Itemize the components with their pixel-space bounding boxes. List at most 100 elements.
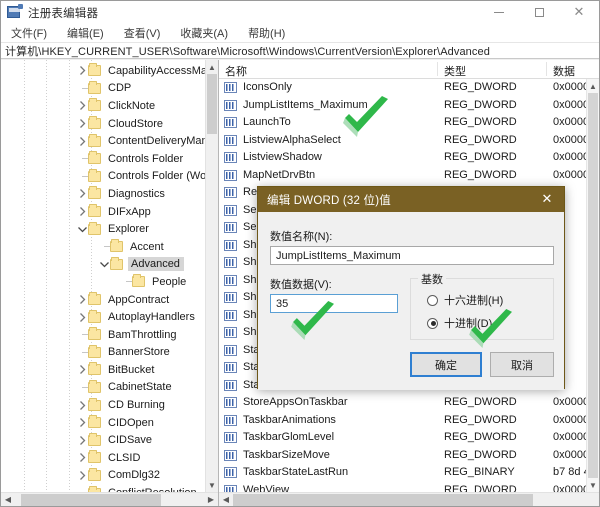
column-divider[interactable] [546, 62, 547, 76]
list-scroll-thumb[interactable] [588, 93, 598, 478]
registry-value-row[interactable]: TaskbarAnimationsREG_DWORD0x00000001 (1) [219, 412, 586, 430]
chevron-down-icon[interactable] [77, 221, 88, 238]
scroll-right-icon[interactable]: ▶ [204, 495, 218, 504]
tree-branch-tick [77, 485, 88, 492]
tree-node[interactable]: ComDlg32 [1, 467, 205, 485]
radio-hexadecimal-icon[interactable] [427, 295, 438, 306]
list-hscroll-thumb[interactable] [233, 494, 533, 506]
scroll-left-icon[interactable]: ◀ [219, 495, 233, 504]
dword-value-icon [224, 117, 237, 128]
tree-node[interactable]: CDP [1, 80, 205, 98]
tree-node[interactable]: ContentDeliveryMan [1, 132, 205, 150]
cancel-button[interactable]: 取消 [490, 352, 554, 377]
column-divider[interactable] [437, 62, 438, 76]
tree-node[interactable]: ClickNote [1, 97, 205, 115]
menu-view[interactable]: 查看(V) [122, 24, 163, 42]
column-header-name[interactable]: 名称 [225, 63, 247, 79]
tree-node[interactable]: ConflictResolution [1, 484, 205, 492]
registry-value-row[interactable]: StoreAppsOnTaskbarREG_DWORD0x00000001 (1… [219, 394, 586, 412]
tree-node[interactable]: CabinetState [1, 379, 205, 397]
tree-node[interactable]: DIFxApp [1, 203, 205, 221]
list-hscroll-track[interactable] [233, 493, 599, 507]
registry-value-row[interactable]: ListviewAlphaSelectREG_DWORD0x00000001 (… [219, 132, 586, 150]
scroll-up-icon[interactable]: ▲ [206, 60, 218, 74]
chevron-right-icon[interactable] [77, 432, 88, 449]
value-data-input[interactable]: 35 [270, 294, 398, 313]
chevron-right-icon[interactable] [77, 185, 88, 202]
chevron-right-icon[interactable] [77, 361, 88, 378]
menu-help[interactable]: 帮助(H) [246, 24, 287, 42]
registry-value-row[interactable]: WebViewREG_DWORD0x00000001 (1) [219, 482, 586, 493]
chevron-right-icon[interactable] [77, 467, 88, 484]
scroll-left-icon[interactable]: ◀ [1, 495, 15, 504]
tree-node[interactable]: Diagnostics [1, 185, 205, 203]
tree-node-label: BitBucket [106, 364, 154, 376]
tree-node[interactable]: BitBucket [1, 361, 205, 379]
tree-node[interactable]: Advanced [1, 256, 205, 274]
chevron-right-icon[interactable] [77, 397, 88, 414]
tree-hscroll-track[interactable] [15, 493, 204, 507]
registry-value-row[interactable]: TaskbarGlomLevelREG_DWORD0x00000000 (0) [219, 429, 586, 447]
registry-value-row[interactable]: MapNetDrvBtnREG_DWORD0x00000000 (0) [219, 167, 586, 185]
list-vertical-scrollbar[interactable]: ▲ ▼ [586, 79, 599, 492]
menu-edit[interactable]: 编辑(E) [65, 24, 106, 42]
value-name-input[interactable]: JumpListItems_Maximum [270, 246, 554, 265]
tree-node[interactable]: BamThrottling [1, 326, 205, 344]
tree-node[interactable]: AppContract [1, 291, 205, 309]
registry-value-row[interactable]: JumpListItems_MaximumREG_DWORD0x00000000… [219, 97, 586, 115]
value-type: REG_DWORD [444, 484, 517, 493]
scroll-down-icon[interactable]: ▼ [587, 478, 599, 492]
tree-scroll-thumb[interactable] [207, 74, 217, 134]
registry-value-row[interactable]: LaunchToREG_DWORD0x00000001 (1) [219, 114, 586, 132]
radio-decimal-icon[interactable] [427, 318, 438, 329]
tree-node[interactable]: AutoplayHandlers [1, 308, 205, 326]
registry-value-row[interactable]: ListviewShadowREG_DWORD0x00000001 (1) [219, 149, 586, 167]
tree-hscroll-thumb[interactable] [21, 494, 161, 506]
dialog-close-icon[interactable]: ✕ [530, 187, 564, 212]
scroll-down-icon[interactable]: ▼ [206, 478, 218, 492]
menu-favorites[interactable]: 收藏夹(A) [178, 24, 230, 42]
tree-node[interactable]: CD Burning [1, 396, 205, 414]
tree-node[interactable]: CIDOpen [1, 414, 205, 432]
chevron-right-icon[interactable] [77, 203, 88, 220]
tree-node[interactable]: Accent [1, 238, 205, 256]
chevron-right-icon[interactable] [77, 97, 88, 114]
tree-node[interactable]: CIDSave [1, 431, 205, 449]
ok-button[interactable]: 确定 [410, 352, 482, 377]
chevron-right-icon[interactable] [77, 133, 88, 150]
value-data: 0x00000000 (0) [553, 169, 586, 181]
tree-node[interactable]: People [1, 273, 205, 291]
column-header-type[interactable]: 类型 [444, 63, 466, 79]
close-button[interactable]: ✕ [559, 1, 599, 24]
chevron-right-icon[interactable] [77, 115, 88, 132]
tree-node[interactable]: BannerStore [1, 344, 205, 362]
tree-node[interactable]: CLSID [1, 449, 205, 467]
chevron-right-icon[interactable] [77, 309, 88, 326]
cancel-button-label: 取消 [511, 357, 533, 373]
column-header-data[interactable]: 数据 [553, 63, 575, 79]
maximize-button[interactable] [519, 1, 559, 24]
menu-file[interactable]: 文件(F) [9, 24, 49, 42]
chevron-right-icon[interactable] [77, 62, 88, 79]
list-horizontal-scrollbar[interactable]: ◀ [219, 492, 599, 506]
chevron-right-icon[interactable] [77, 414, 88, 431]
registry-value-row[interactable]: TaskbarSizeMoveREG_DWORD0x00000000 (0) [219, 447, 586, 465]
radio-hexadecimal[interactable]: 十六进制(H) [427, 292, 503, 308]
address-bar[interactable]: 计算机\HKEY_CURRENT_USER\Software\Microsoft… [1, 42, 599, 59]
tree-horizontal-scrollbar[interactable]: ◀ ▶ [1, 492, 218, 506]
minimize-button[interactable] [479, 1, 519, 24]
tree-node[interactable]: Controls Folder [1, 150, 205, 168]
tree-vertical-scrollbar[interactable]: ▲ ▼ [205, 60, 218, 492]
tree-node[interactable]: CapabilityAccessMar [1, 62, 205, 80]
radio-decimal[interactable]: 十进制(D) [427, 315, 492, 331]
chevron-down-icon[interactable] [99, 256, 110, 273]
tree-node[interactable]: Explorer [1, 220, 205, 238]
registry-value-row[interactable]: TaskbarStateLastRunREG_BINARYb7 8d 43 5d… [219, 464, 586, 482]
chevron-right-icon[interactable] [77, 449, 88, 466]
tree-node[interactable]: CloudStore [1, 115, 205, 133]
chevron-right-icon[interactable] [77, 291, 88, 308]
scroll-up-icon[interactable]: ▲ [587, 79, 599, 93]
value-type: REG_DWORD [444, 99, 517, 111]
tree-node[interactable]: Controls Folder (Wo [1, 168, 205, 186]
registry-value-row[interactable]: IconsOnlyREG_DWORD0x00000000 (0) [219, 79, 586, 97]
